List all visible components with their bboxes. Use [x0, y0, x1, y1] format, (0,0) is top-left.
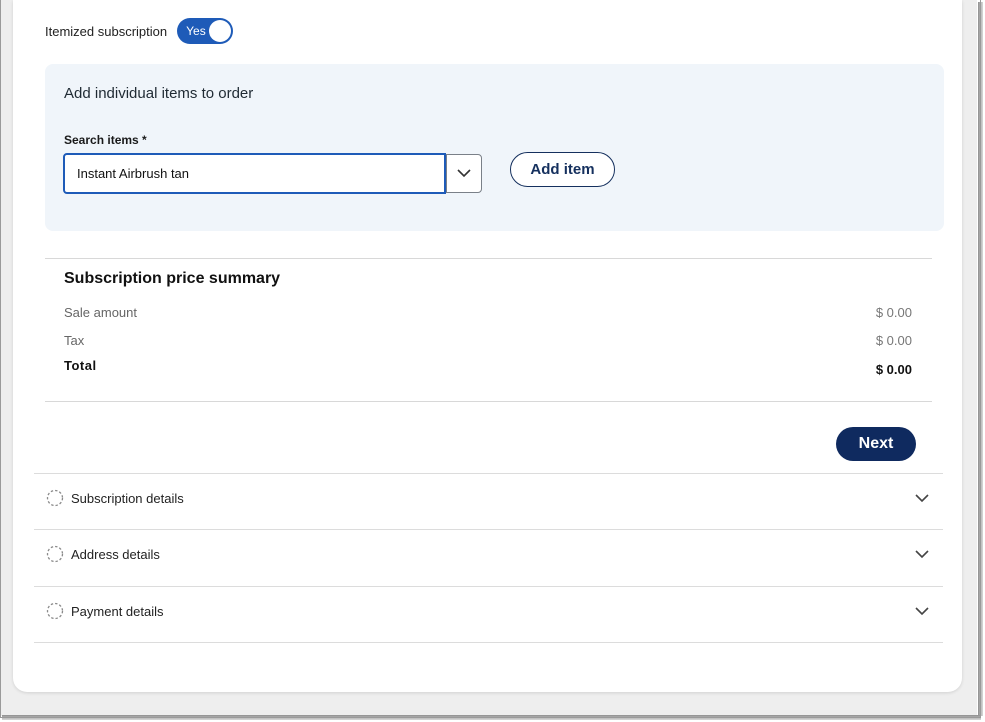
- itemized-subscription-row: Itemized subscription Yes: [45, 18, 234, 44]
- chevron-down-icon[interactable]: [915, 604, 929, 618]
- dashed-circle-icon: [46, 545, 64, 563]
- toggle-knob: [209, 20, 232, 42]
- section-label: Subscription details: [71, 491, 184, 506]
- chevron-down-icon[interactable]: [915, 491, 929, 505]
- dashed-circle-icon: [46, 489, 64, 507]
- tax-value: $ 0.00: [875, 333, 912, 348]
- section-payment-details[interactable]: Payment details: [34, 586, 943, 643]
- tax-label: Tax: [64, 333, 85, 348]
- add-item-button[interactable]: Add item: [510, 152, 615, 187]
- section-address-details[interactable]: Address details: [34, 529, 943, 586]
- panel-title: Add individual items to order: [64, 85, 254, 102]
- summary-title: Subscription price summary: [64, 270, 281, 287]
- section-label: Address details: [71, 547, 160, 562]
- sale-amount-value: $ 0.00: [875, 305, 912, 320]
- total-label: Total: [64, 358, 97, 373]
- total-value: $ 0.00: [875, 362, 912, 377]
- dashed-circle-icon: [46, 602, 64, 620]
- chevron-down-icon: [457, 169, 471, 178]
- toggle-state-text: Yes: [186, 24, 206, 38]
- search-items-label: Search items *: [64, 133, 147, 147]
- section-subscription-details[interactable]: Subscription details: [34, 473, 943, 530]
- chevron-down-icon[interactable]: [915, 547, 929, 561]
- sale-amount-label: Sale amount: [64, 305, 137, 320]
- search-items-input[interactable]: [63, 153, 446, 194]
- add-items-panel: Add individual items to order Search ite…: [45, 64, 944, 231]
- itemized-subscription-label: Itemized subscription: [45, 23, 168, 39]
- summary-bottom-divider: [45, 401, 932, 402]
- next-button[interactable]: Next: [836, 427, 916, 461]
- section-label: Payment details: [71, 604, 164, 619]
- summary-top-divider: [45, 258, 932, 259]
- itemized-subscription-toggle[interactable]: Yes: [177, 18, 234, 44]
- search-dropdown-button[interactable]: [446, 154, 482, 193]
